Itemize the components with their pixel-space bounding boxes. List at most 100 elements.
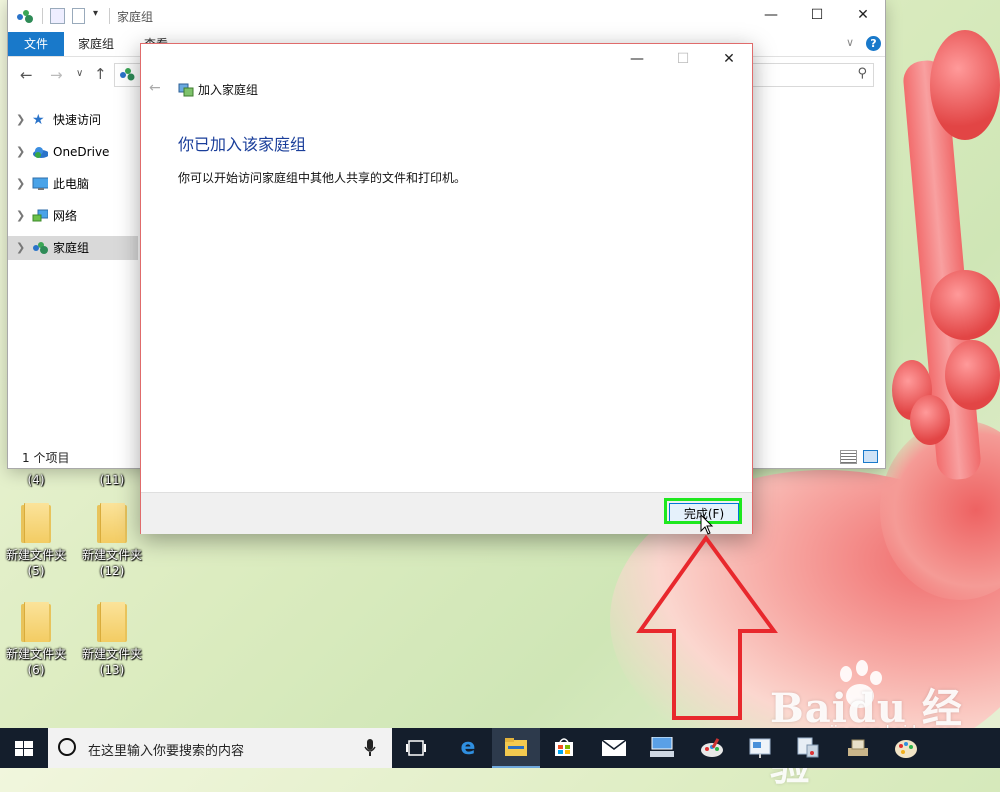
annotation-arrow-icon xyxy=(636,535,778,720)
expand-chevron-icon[interactable]: ❯ xyxy=(16,108,25,132)
back-icon[interactable]: ← xyxy=(20,66,33,84)
dialog-back-icon[interactable]: ← xyxy=(149,80,161,96)
recent-locations-icon[interactable]: ∨ xyxy=(76,68,83,79)
edge-icon: e xyxy=(460,735,476,760)
expand-chevron-icon[interactable]: ❯ xyxy=(16,204,25,228)
homegroup-icon xyxy=(120,68,135,81)
edge-button[interactable]: e xyxy=(444,728,492,768)
folder-subtitle: (6) xyxy=(27,663,45,677)
join-homegroup-dialog: — ☐ ✕ ← 加入家庭组 你已加入该家庭组 你可以开始访问家庭组中其他人共享的… xyxy=(140,43,753,534)
expand-chevron-icon[interactable]: ❯ xyxy=(16,172,25,196)
nav-label: 家庭组 xyxy=(53,241,90,255)
task-view-icon xyxy=(406,740,426,756)
tools-icon xyxy=(848,739,868,756)
mail-button[interactable] xyxy=(590,728,638,768)
qat-dropdown-icon[interactable]: ▾ xyxy=(93,8,98,19)
nav-item-network[interactable]: ❯ 网络 xyxy=(8,204,138,228)
tab-homegroup[interactable]: 家庭组 xyxy=(78,32,114,56)
expand-chevron-icon[interactable]: ❯ xyxy=(16,140,25,164)
presentation-icon xyxy=(749,738,771,758)
desktop-folder[interactable]: 新建文件夹 (12) xyxy=(80,503,144,579)
folder-subtitle: (11) xyxy=(99,473,125,487)
paint-icon xyxy=(701,738,723,757)
nav-item-onedrive[interactable]: ❯ OneDrive xyxy=(8,140,138,164)
microphone-icon[interactable] xyxy=(364,739,376,757)
nav-label: 快速访问 xyxy=(53,113,102,127)
expand-chevron-icon[interactable]: ❯ xyxy=(16,236,25,260)
maximize-button[interactable]: ☐ xyxy=(794,0,840,30)
palette-icon xyxy=(895,740,917,758)
desktop-folder[interactable]: 新建文件夹 (6) xyxy=(4,602,68,678)
large-icons-view-icon[interactable] xyxy=(863,450,878,463)
mouse-cursor-icon xyxy=(700,514,714,535)
new-folder-icon[interactable] xyxy=(72,8,85,24)
mail-icon xyxy=(602,740,626,756)
dialog-maximize-button: ☐ xyxy=(676,51,690,67)
file-explorer-button[interactable] xyxy=(492,728,540,768)
folder-label: 新建文件夹 xyxy=(5,647,66,661)
divider xyxy=(109,8,110,24)
help-icon[interactable]: ? xyxy=(866,36,881,51)
dialog-minimize-button[interactable]: — xyxy=(614,44,660,74)
desktop-folder[interactable]: 新建文件夹 (13) xyxy=(80,602,144,678)
cortana-icon xyxy=(58,738,76,756)
folder-icon xyxy=(21,602,51,642)
search-field[interactable]: ⚲ xyxy=(751,63,874,87)
network-app-button[interactable] xyxy=(638,728,686,768)
desktop-folder[interactable]: (4) xyxy=(4,472,68,488)
store-button[interactable] xyxy=(540,728,588,768)
folder-icon xyxy=(97,602,127,642)
cloud-icon xyxy=(33,147,48,158)
up-icon[interactable]: ↑ xyxy=(94,65,107,83)
palette-button[interactable] xyxy=(882,728,930,768)
window-title: 家庭组 xyxy=(117,10,154,24)
devices-button[interactable] xyxy=(784,728,832,768)
start-button[interactable] xyxy=(0,728,48,768)
desktop-folder[interactable]: 新建文件夹 (5) xyxy=(4,503,68,579)
tab-file[interactable]: 文件 xyxy=(8,32,64,56)
tools-button[interactable] xyxy=(834,728,882,768)
folder-subtitle: (5) xyxy=(27,564,45,578)
properties-icon[interactable] xyxy=(50,8,65,24)
wallpaper-anther xyxy=(930,30,1000,140)
navigation-pane: ❯ ★ 快速访问 ❯ OneDrive ❯ 此电脑 ❯ 网络 ❯ 家庭组 xyxy=(8,100,138,440)
nav-item-this-pc[interactable]: ❯ 此电脑 xyxy=(8,172,138,196)
homegroup-dialog-icon xyxy=(178,83,194,97)
desktop-folder[interactable]: (11) xyxy=(80,472,144,488)
folder-label: 新建文件夹 xyxy=(81,548,142,562)
dialog-titlebar: — ☐ ✕ xyxy=(141,44,752,74)
wallpaper-anther xyxy=(910,395,950,445)
folder-icon xyxy=(21,503,51,543)
taskbar-search-box[interactable]: 在这里输入你要搜索的内容 xyxy=(48,728,392,768)
task-view-button[interactable] xyxy=(392,728,440,768)
folder-subtitle: (13) xyxy=(99,663,125,677)
nav-item-quick-access[interactable]: ❯ ★ 快速访问 xyxy=(8,108,138,132)
nav-item-homegroup[interactable]: ❯ 家庭组 xyxy=(8,236,138,260)
details-view-icon[interactable] xyxy=(840,450,857,464)
wallpaper-anther xyxy=(930,270,1000,340)
paint-button[interactable] xyxy=(688,728,736,768)
presentation-button[interactable] xyxy=(736,728,784,768)
file-explorer-icon xyxy=(505,738,527,756)
minimize-button[interactable]: — xyxy=(748,0,794,30)
close-button[interactable]: ✕ xyxy=(840,0,886,30)
search-placeholder: 在这里输入你要搜索的内容 xyxy=(88,744,245,759)
folder-label: 新建文件夹 xyxy=(81,647,142,661)
dialog-footer: 完成(F) xyxy=(141,492,752,534)
star-icon: ★ xyxy=(32,112,45,128)
nav-label: OneDrive xyxy=(53,145,110,159)
dialog-header: ← 加入家庭组 xyxy=(141,76,752,104)
folder-label: 新建文件夹 xyxy=(5,548,66,562)
homegroup-icon xyxy=(33,242,48,254)
store-icon xyxy=(555,738,573,756)
explorer-titlebar: ▾ 家庭组 — ☐ ✕ xyxy=(8,0,885,32)
ribbon-expand-icon[interactable]: ∨ xyxy=(846,36,854,49)
windows-logo-icon xyxy=(15,741,33,756)
forward-icon[interactable]: → xyxy=(50,66,63,84)
divider xyxy=(42,8,43,24)
nav-label: 网络 xyxy=(53,209,78,223)
folder-subtitle: (4) xyxy=(27,473,45,487)
dialog-close-button[interactable]: ✕ xyxy=(706,44,752,74)
dialog-body-text: 你可以开始访问家庭组中其他人共享的文件和打印机。 xyxy=(178,171,467,185)
devices-icon xyxy=(797,737,819,758)
